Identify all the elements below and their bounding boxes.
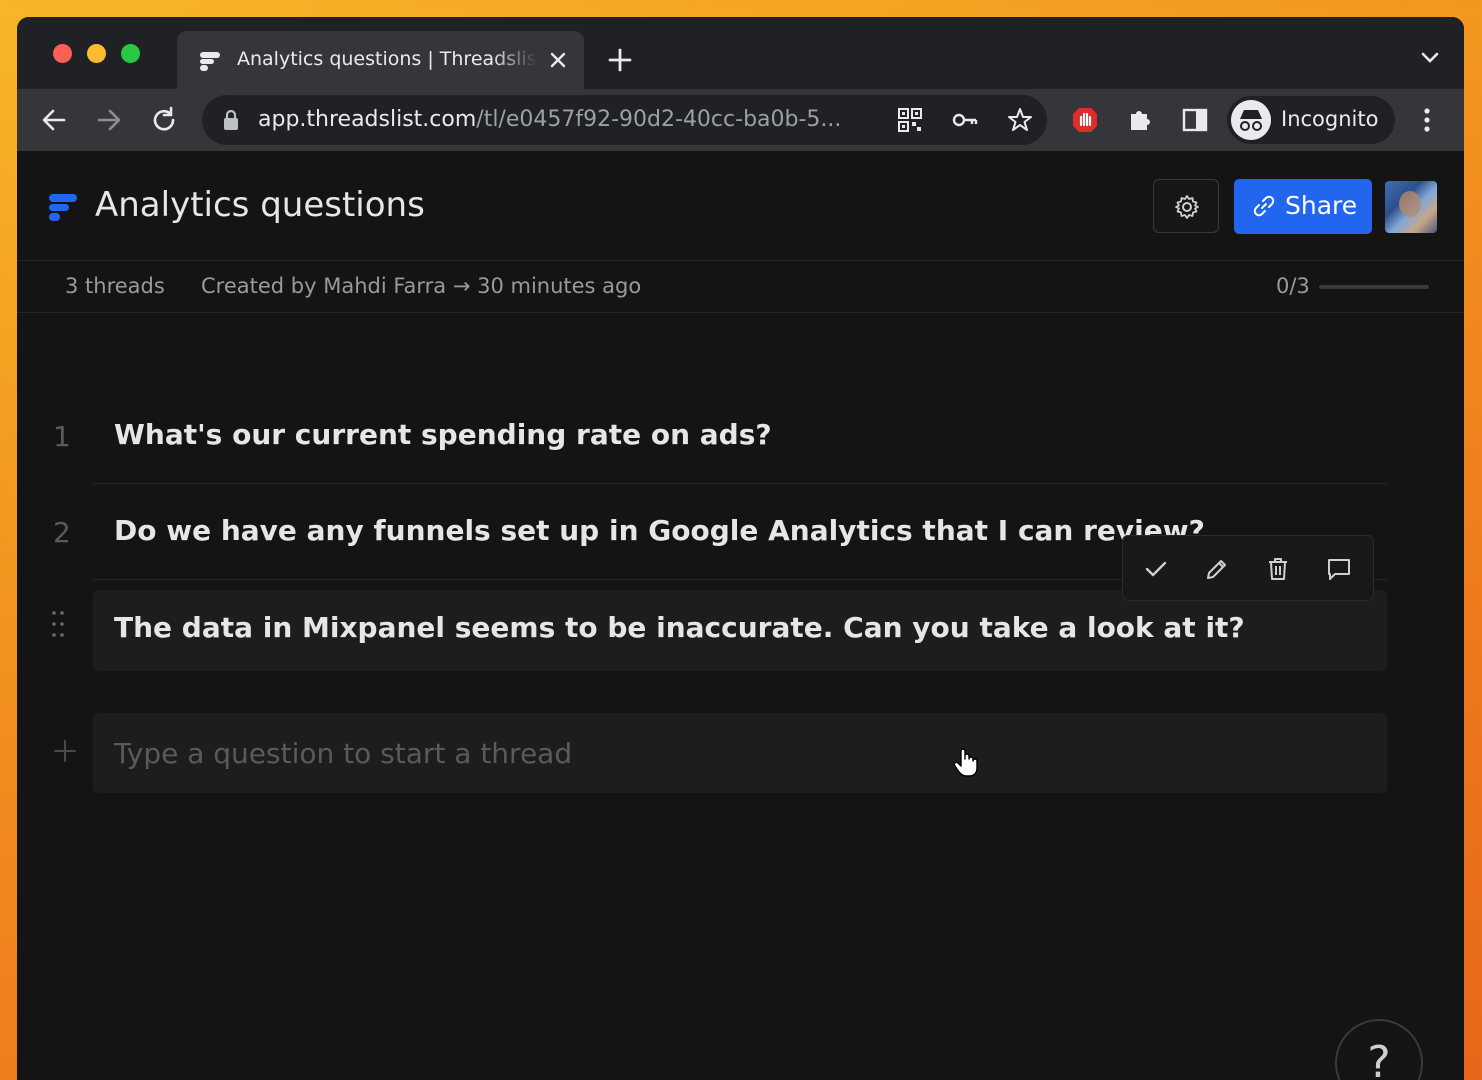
share-label: Share [1285, 191, 1358, 220]
thread-question[interactable]: The data in Mixpanel seems to be inaccur… [114, 611, 1245, 644]
url-host: app.threadslist.com [258, 107, 477, 132]
thread-number: 2 [53, 516, 71, 549]
incognito-label: Incognito [1281, 107, 1379, 131]
active-tab[interactable]: Analytics questions | Threadslist [177, 31, 584, 89]
tab-title: Analytics questions | Threadslist [237, 48, 537, 70]
share-button[interactable]: Share [1234, 179, 1372, 234]
browser-menu-icon[interactable] [1415, 106, 1439, 134]
threadslist-favicon [200, 52, 220, 71]
gear-icon [1175, 195, 1199, 219]
user-avatar[interactable] [1385, 181, 1437, 233]
side-panel-icon[interactable] [1181, 106, 1209, 134]
thread-row-hovered[interactable]: The data in Mixpanel seems to be inaccur… [52, 590, 1387, 671]
lock-icon[interactable] [222, 109, 240, 131]
close-window-button[interactable] [53, 44, 72, 63]
progress-count: 0/3 [1276, 274, 1310, 298]
add-thread-icon[interactable] [53, 739, 77, 763]
help-question-mark: ? [1367, 1037, 1391, 1080]
back-icon[interactable] [40, 106, 68, 134]
check-icon[interactable] [1143, 556, 1169, 582]
browser-window: Analytics questions | Threadslist app.th… [17, 17, 1464, 1080]
thread-count: 3 threads [65, 274, 165, 298]
tab-search-chevron-icon[interactable] [1420, 51, 1440, 65]
new-tab-icon[interactable] [607, 47, 633, 73]
password-key-icon[interactable] [952, 107, 978, 133]
url-text[interactable]: app.threadslist.com/tl/e0457f92-90d2-40c… [258, 107, 898, 135]
thread-actions-toolbar [1122, 535, 1374, 601]
pencil-icon[interactable] [1204, 556, 1230, 582]
trash-icon[interactable] [1265, 556, 1291, 582]
incognito-profile-button[interactable]: Incognito [1227, 96, 1395, 144]
page-title: Analytics questions [95, 185, 425, 225]
created-info: Created by Mahdi Farra → 30 minutes ago [201, 274, 642, 298]
hand-pointer-cursor-icon [953, 748, 978, 777]
thread-question[interactable]: What's our current spending rate on ads? [114, 418, 772, 451]
browser-toolbar: app.threadslist.com/tl/e0457f92-90d2-40c… [17, 89, 1464, 151]
minimize-window-button[interactable] [87, 44, 106, 63]
help-button[interactable]: ? [1335, 1019, 1423, 1080]
close-tab-icon[interactable] [547, 49, 569, 71]
reload-icon[interactable] [150, 106, 178, 134]
bookmark-star-icon[interactable] [1007, 107, 1033, 133]
threadslist-logo-icon [49, 194, 77, 221]
comment-icon[interactable] [1326, 556, 1352, 582]
thread-number: 1 [53, 420, 71, 453]
new-thread-row [54, 713, 1387, 793]
address-bar[interactable]: app.threadslist.com/tl/e0457f92-90d2-40c… [202, 95, 1047, 145]
threadslist-app: Analytics questions Share 3 threads Crea [17, 151, 1464, 1080]
maximize-window-button[interactable] [121, 44, 140, 63]
new-thread-input[interactable] [93, 713, 1387, 793]
list-meta-bar: 3 threads Created by Mahdi Farra → 30 mi… [17, 261, 1464, 313]
extensions-puzzle-icon[interactable] [1126, 106, 1154, 134]
tab-strip: Analytics questions | Threadslist [17, 17, 1464, 89]
settings-button[interactable] [1153, 179, 1219, 233]
progress-bar [1319, 285, 1429, 289]
ad-blocker-extension-icon[interactable] [1071, 106, 1099, 134]
url-path: /tl/e0457f92-90d2-40cc-ba0b-5... [476, 107, 842, 132]
forward-icon[interactable] [95, 106, 123, 134]
thread-row[interactable]: 1 What's our current spending rate on ad… [53, 388, 1387, 484]
link-icon [1253, 195, 1275, 217]
thread-question[interactable]: Do we have any funnels set up in Google … [114, 514, 1205, 547]
drag-handle-icon[interactable] [51, 610, 65, 638]
incognito-icon [1231, 100, 1271, 140]
qr-code-icon[interactable] [897, 107, 923, 133]
page-header: Analytics questions Share [17, 151, 1464, 261]
